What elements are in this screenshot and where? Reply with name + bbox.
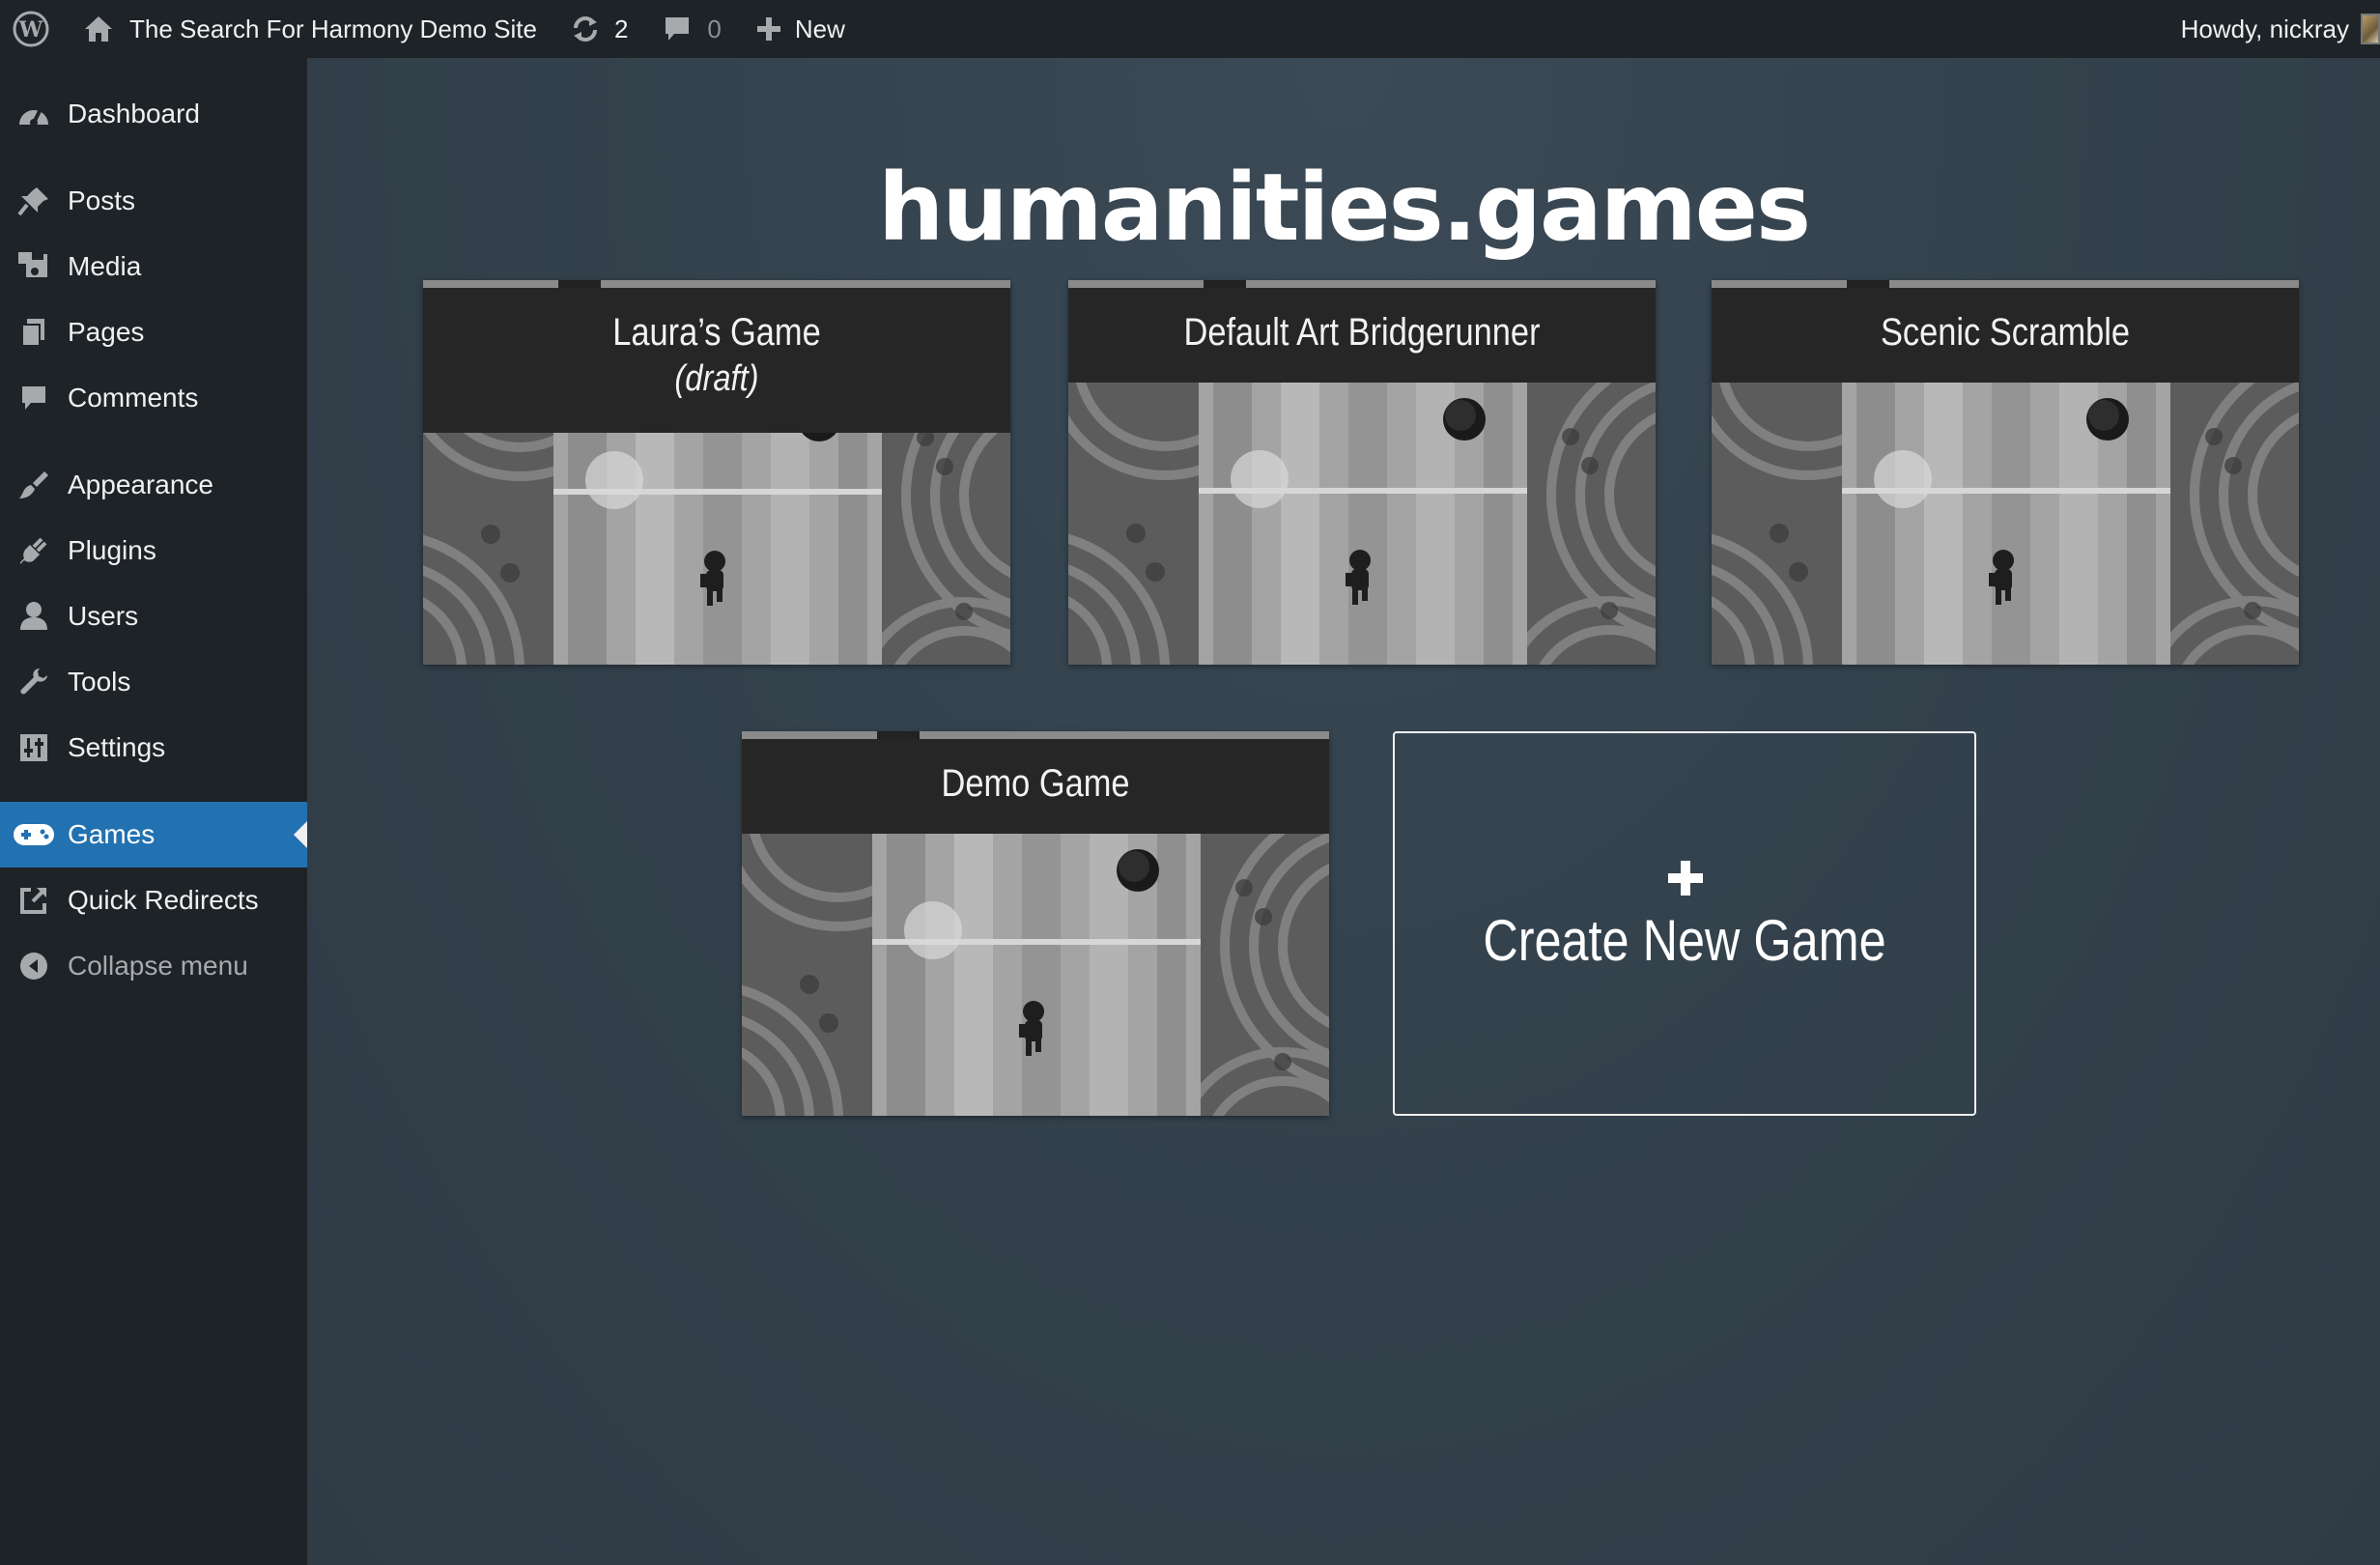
card-tab-strip [742, 731, 1329, 739]
card-tab-strip [1068, 280, 1656, 288]
sidebar-item-label: Users [68, 601, 139, 631]
sidebar-item-label: Collapse menu [68, 951, 248, 981]
game-preview-image [1068, 383, 1656, 665]
sidebar-item-appearance[interactable]: Appearance [0, 452, 307, 518]
sidebar-item-dashboard[interactable]: Dashboard [0, 81, 307, 147]
refresh-icon [570, 14, 601, 43]
sidebar-item-label: Media [68, 251, 142, 281]
sidebar-item-pages[interactable]: Pages [0, 299, 307, 365]
sidebar-item-label: Dashboard [68, 99, 200, 128]
game-card[interactable]: Laura’s Game (draft) [423, 280, 1010, 665]
sidebar-item-label: Tools [68, 667, 131, 697]
card-tab-strip [423, 280, 1010, 288]
sidebar-item-users[interactable]: Users [0, 583, 307, 649]
comments-count: 0 [707, 14, 722, 43]
sidebar-item-quick-redirects[interactable]: Quick Redirects [0, 868, 307, 933]
howdy-label: Howdy, nickray [2180, 14, 2349, 43]
my-account-link[interactable]: Howdy, nickray [2181, 0, 2380, 58]
site-name-link[interactable]: The Search For Harmony Demo Site [83, 0, 537, 58]
sidebar-item-plugins[interactable]: Plugins [0, 518, 307, 583]
game-status: (draft) [674, 358, 759, 399]
media-icon [0, 250, 68, 283]
sidebar-item-label: Games [68, 819, 156, 849]
home-icon [83, 14, 114, 43]
game-card-header: Scenic Scramble [1712, 288, 2299, 383]
game-card-header: Demo Game [742, 739, 1329, 834]
sidebar-item-games[interactable]: Games [0, 802, 307, 868]
create-new-game-label: Create New Game [1483, 908, 1886, 973]
game-preview-image [1712, 383, 2299, 665]
brush-icon [0, 470, 68, 500]
plug-icon [0, 535, 68, 566]
sidebar-item-label: Appearance [68, 470, 214, 499]
create-new-game-button[interactable]: Create New Game [1393, 731, 1976, 1116]
plus-icon [756, 16, 781, 42]
comment-bubble-icon [663, 14, 692, 43]
sidebar-item-label: Comments [68, 383, 199, 413]
wordpress-logo-icon[interactable]: W [2, 0, 60, 58]
sidebar-item-comments[interactable]: Comments [0, 365, 307, 431]
dashboard-icon [0, 100, 68, 128]
sidebar-item-label: Pages [68, 317, 145, 347]
avatar [2361, 14, 2380, 44]
comments-link[interactable]: 0 [663, 0, 722, 58]
collapse-icon [0, 952, 68, 981]
game-preview-image [742, 834, 1329, 1116]
game-card[interactable]: Scenic Scramble [1712, 280, 2299, 665]
pin-icon [0, 185, 68, 216]
site-name-label: The Search For Harmony Demo Site [129, 14, 537, 43]
plus-icon [1668, 861, 1703, 896]
user-icon [0, 601, 68, 632]
sidebar-item-label: Quick Redirects [68, 885, 259, 915]
sliders-icon [0, 733, 68, 762]
new-label: New [794, 14, 845, 43]
sidebar-item-label: Posts [68, 185, 136, 215]
admin-sidebar: Dashboard Posts Media Pages Comments App… [0, 58, 307, 1565]
sidebar-item-media[interactable]: Media [0, 234, 307, 299]
game-preview-image [423, 433, 1010, 665]
game-title: Scenic Scramble [1880, 311, 2131, 354]
sidebar-item-label: Plugins [68, 535, 156, 565]
sidebar-item-tools[interactable]: Tools [0, 649, 307, 715]
new-content-link[interactable]: New [756, 0, 845, 58]
game-card[interactable]: Default Art Bridgerunner [1068, 280, 1656, 665]
sidebar-item-settings[interactable]: Settings [0, 715, 307, 781]
external-link-icon [0, 886, 68, 915]
card-tab-strip [1712, 280, 2299, 288]
game-card-header: Laura’s Game (draft) [423, 288, 1010, 433]
pages-icon [0, 317, 68, 348]
game-title: Laura’s Game [612, 311, 821, 354]
game-title: Demo Game [941, 762, 1130, 805]
wrench-icon [0, 667, 68, 697]
game-title: Default Art Bridgerunner [1183, 311, 1541, 354]
comment-icon [0, 384, 68, 413]
game-card-header: Default Art Bridgerunner [1068, 288, 1656, 383]
updates-link[interactable]: 2 [570, 0, 628, 58]
game-card[interactable]: Demo Game [742, 731, 1329, 1116]
main-content: humanities.games Laura’s Game (draft) De… [307, 58, 2380, 1565]
updates-count: 2 [613, 14, 629, 43]
svg-text:W: W [18, 17, 43, 43]
gamepad-icon [0, 822, 68, 847]
collapse-menu-button[interactable]: Collapse menu [0, 933, 307, 999]
sidebar-item-posts[interactable]: Posts [0, 168, 307, 234]
admin-bar: W The Search For Harmony Demo Site 2 0 N… [0, 0, 2380, 58]
sidebar-item-label: Settings [68, 732, 166, 762]
page-title: humanities.games [877, 154, 1811, 262]
